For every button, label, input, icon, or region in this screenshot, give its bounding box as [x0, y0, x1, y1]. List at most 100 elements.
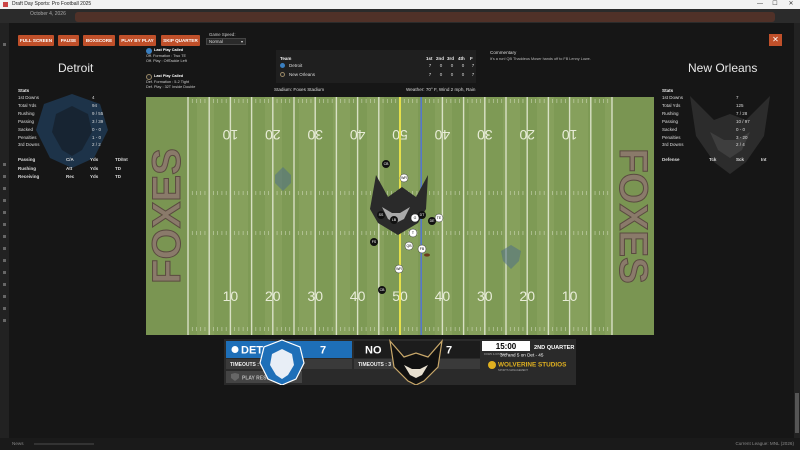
player-position-label: LB	[392, 218, 397, 222]
detroit-logo-icon	[280, 63, 285, 68]
hash-mark	[395, 327, 397, 331]
player-marker[interactable]: LB	[390, 216, 398, 224]
hash-mark	[276, 327, 278, 331]
hash-mark	[471, 99, 473, 103]
hash-mark	[565, 327, 566, 331]
hash-mark	[408, 327, 409, 331]
player-stats-header-row: Defense Tck Sck Int	[662, 156, 767, 165]
game-speed-select[interactable]: Normal ▾	[206, 38, 246, 45]
full-screen-button[interactable]: FULL SCREEN	[18, 35, 54, 46]
player-position-label: CB	[380, 288, 386, 292]
hash-mark	[191, 231, 193, 235]
nav-icon[interactable]	[3, 283, 6, 286]
window-close-button[interactable]: ✕	[783, 0, 799, 9]
play-by-play-button[interactable]: PLAY BY PLAY	[119, 35, 156, 46]
hash-mark	[582, 99, 583, 103]
hash-mark	[437, 99, 439, 103]
player-stats-header-row: Receiving Rec Yds TD	[18, 173, 128, 182]
pause-button[interactable]: PAUSE	[58, 35, 79, 46]
nav-icon[interactable]	[3, 235, 6, 238]
player-marker[interactable]: FS	[370, 238, 378, 246]
stat-label: Passing	[18, 118, 35, 124]
player-marker[interactable]: CB	[382, 160, 390, 168]
nav-icon[interactable]	[3, 223, 6, 226]
hash-mark	[331, 327, 333, 331]
player-marker[interactable]: QB	[404, 241, 414, 251]
hash-mark	[577, 327, 579, 331]
hash-mark	[497, 231, 498, 235]
nav-icon[interactable]	[3, 199, 6, 202]
hash-mark	[492, 99, 494, 103]
nav-icon[interactable]	[3, 247, 6, 250]
hash-mark	[454, 191, 456, 195]
scrollbar[interactable]	[794, 23, 800, 438]
right-endzone-text: FOXES	[611, 148, 654, 284]
hash-mark	[535, 191, 536, 195]
nav-icon[interactable]	[3, 271, 6, 274]
stat-label: 3rd Downs	[18, 142, 40, 148]
hash-mark	[501, 231, 503, 235]
player-marker[interactable]: WR	[394, 264, 404, 274]
player-marker[interactable]: TE	[434, 213, 444, 223]
hash-mark	[200, 99, 202, 103]
maximize-button[interactable]: ☐	[767, 0, 783, 9]
hash-mark	[531, 231, 532, 235]
player-marker[interactable]: SS	[377, 211, 385, 219]
hash-mark	[340, 327, 341, 331]
stat-row: Passing 3 / 39	[18, 118, 103, 126]
stat-value: 0 - 0	[736, 126, 746, 132]
hash-mark	[221, 191, 223, 195]
hash-mark	[531, 327, 532, 331]
hash-mark	[259, 327, 261, 331]
player-marker[interactable]: WR	[399, 173, 409, 183]
stat-row: Rushing 7 / 28	[662, 110, 750, 118]
nav-icon[interactable]	[3, 187, 6, 190]
hash-mark	[365, 327, 367, 331]
player-marker[interactable]: G	[410, 213, 420, 223]
player-marker[interactable]: CB	[378, 286, 386, 294]
hash-mark	[446, 191, 447, 195]
player-marker[interactable]: DE	[428, 217, 436, 225]
hash-mark	[565, 99, 566, 103]
hash-mark	[522, 191, 524, 195]
player-position-label: DE	[430, 219, 436, 223]
player-marker[interactable]: T	[408, 228, 418, 238]
nav-icon[interactable]	[3, 295, 6, 298]
minimize-button[interactable]: —	[752, 0, 768, 9]
hash-mark	[259, 231, 261, 235]
home-stats-title: Stats	[18, 88, 30, 93]
hash-mark	[323, 327, 324, 331]
close-game-button[interactable]: ✕	[769, 34, 782, 46]
hash-mark	[213, 191, 214, 195]
nav-icon[interactable]	[3, 175, 6, 178]
nav-icon[interactable]	[3, 163, 6, 166]
hash-mark	[289, 231, 291, 235]
hash-mark	[531, 99, 532, 103]
menu-icon[interactable]	[3, 43, 6, 46]
nav-icon[interactable]	[3, 259, 6, 262]
hash-mark	[488, 191, 490, 195]
hash-mark	[391, 231, 392, 235]
skip-quarter-button[interactable]: SKIP QUARTER	[161, 35, 200, 46]
hash-mark	[331, 99, 333, 103]
away-player-stats-headers: Defense Tck Sck Int	[662, 156, 767, 165]
hash-mark	[340, 191, 341, 195]
player-stats-category: Defense	[662, 157, 680, 162]
player-marker[interactable]: DT	[418, 211, 426, 219]
hash-mark	[353, 99, 354, 103]
player-marker[interactable]: FB	[417, 244, 427, 254]
boxscore-button[interactable]: BOXSCORE	[83, 35, 115, 46]
nav-icon[interactable]	[3, 307, 6, 310]
stat-value: 9 / 55	[92, 110, 104, 116]
hash-mark	[416, 99, 418, 103]
nav-icon[interactable]	[3, 319, 6, 322]
weather-label: Weather: 70° F, Wind 2 mph, Rain	[406, 87, 476, 92]
news-link[interactable]: News	[12, 441, 24, 446]
hash-mark	[446, 327, 447, 331]
hash-mark	[242, 327, 244, 331]
hash-mark	[361, 231, 363, 235]
hash-mark	[403, 327, 405, 331]
player-stats-header-row: Rushing Att Yds TD	[18, 165, 128, 174]
scrollbar-thumb[interactable]	[795, 393, 799, 433]
nav-icon[interactable]	[3, 211, 6, 214]
